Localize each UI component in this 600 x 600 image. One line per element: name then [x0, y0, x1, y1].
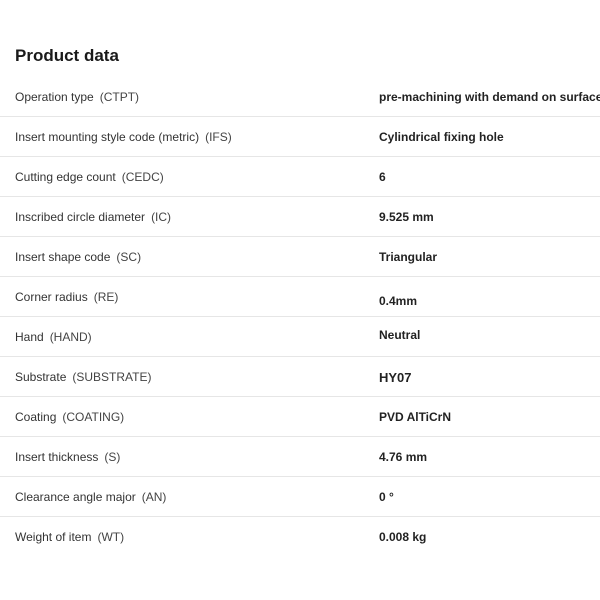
row-code: (S): [104, 450, 121, 464]
row-value: 9.525 mm: [379, 210, 434, 224]
row-code: (HAND): [49, 330, 92, 344]
row-insert-shape-code: Insert shape code (SC) Triangular: [0, 237, 600, 277]
row-operation-type: Operation type (CTPT) pre-machining with …: [0, 77, 600, 117]
row-insert-mounting-style: Insert mounting style code (metric) (IFS)…: [0, 117, 600, 157]
row-value: PVD AlTiCrN: [379, 410, 452, 424]
row-clearance-angle-major: Clearance angle major (AN) 0 °: [0, 477, 600, 517]
row-label-text: Insert thickness: [15, 450, 99, 464]
row-value: 0.4mm: [379, 294, 418, 308]
section-title: Product data: [15, 46, 119, 65]
row-label-text: Coating: [15, 410, 57, 424]
row-label-text: Cutting edge count: [15, 170, 116, 184]
row-value: Cylindrical fixing hole: [379, 130, 504, 144]
row-label: Insert mounting style code (metric) (IFS): [15, 130, 232, 144]
row-label-text: Hand: [15, 330, 44, 344]
row-code: (RE): [93, 290, 119, 304]
row-code: (WT): [97, 530, 125, 544]
row-label-text: Operation type: [15, 90, 94, 104]
row-label-text: Weight of item: [15, 530, 92, 544]
row-code: (COATING): [62, 410, 125, 424]
row-label: Insert thickness (S): [15, 450, 120, 464]
row-label: Operation type (CTPT): [15, 90, 139, 104]
row-corner-radius: Corner radius (RE) 0.4mm: [0, 277, 600, 317]
row-label-text: Insert mounting style code (metric): [15, 130, 200, 144]
row-label: Weight of item (WT): [15, 530, 124, 544]
row-label-text: Substrate: [15, 370, 67, 384]
row-weight-of-item: Weight of item (WT) 0.008 kg: [0, 517, 600, 557]
row-inscribed-circle-diameter: Inscribed circle diameter (IC) 9.525 mm: [0, 197, 600, 237]
row-code: (CEDC): [121, 170, 164, 184]
product-data-page: Product data Operation type (CTPT) pre-ma…: [0, 0, 600, 600]
row-value: HY07: [379, 370, 412, 385]
row-code: (AN): [141, 490, 167, 504]
row-label: Coating (COATING): [15, 410, 124, 424]
row-value: 6: [379, 170, 386, 184]
row-value: pre-machining with demand on surface: [379, 90, 600, 104]
row-hand: Hand (HAND) Neutral: [0, 317, 600, 357]
row-code: (IC): [151, 210, 172, 224]
row-label: Clearance angle major (AN): [15, 490, 166, 504]
row-substrate: Substrate (SUBSTRATE) HY07: [0, 357, 600, 397]
row-label-text: Corner radius: [15, 290, 88, 304]
row-coating: Coating (COATING) PVD AlTiCrN: [0, 397, 600, 437]
row-label-text: Insert shape code: [15, 250, 111, 264]
row-label: Substrate (SUBSTRATE): [15, 370, 152, 384]
row-label: Inscribed circle diameter (IC): [15, 210, 171, 224]
row-label: Insert shape code (SC): [15, 250, 141, 264]
row-cutting-edge-count: Cutting edge count (CEDC) 6: [0, 157, 600, 197]
row-code: (SC): [116, 250, 142, 264]
row-label-text: Clearance angle major: [15, 490, 136, 504]
row-label: Cutting edge count (CEDC): [15, 170, 164, 184]
row-value: 0.008 kg: [379, 530, 427, 544]
row-value: Triangular: [379, 250, 438, 264]
product-data-table: Operation type (CTPT) pre-machining with …: [0, 77, 600, 557]
row-label: Corner radius (RE): [15, 290, 118, 304]
row-label-text: Inscribed circle diameter: [15, 210, 146, 224]
row-code: (IFS): [205, 130, 232, 144]
row-code: (SUBSTRATE): [72, 370, 152, 384]
row-code: (CTPT): [99, 90, 140, 104]
row-insert-thickness: Insert thickness (S) 4.76 mm: [0, 437, 600, 477]
row-value: Neutral: [379, 328, 421, 342]
row-value: 4.76 mm: [379, 450, 428, 464]
row-value: 0 °: [379, 490, 394, 504]
row-label: Hand (HAND): [15, 330, 92, 344]
